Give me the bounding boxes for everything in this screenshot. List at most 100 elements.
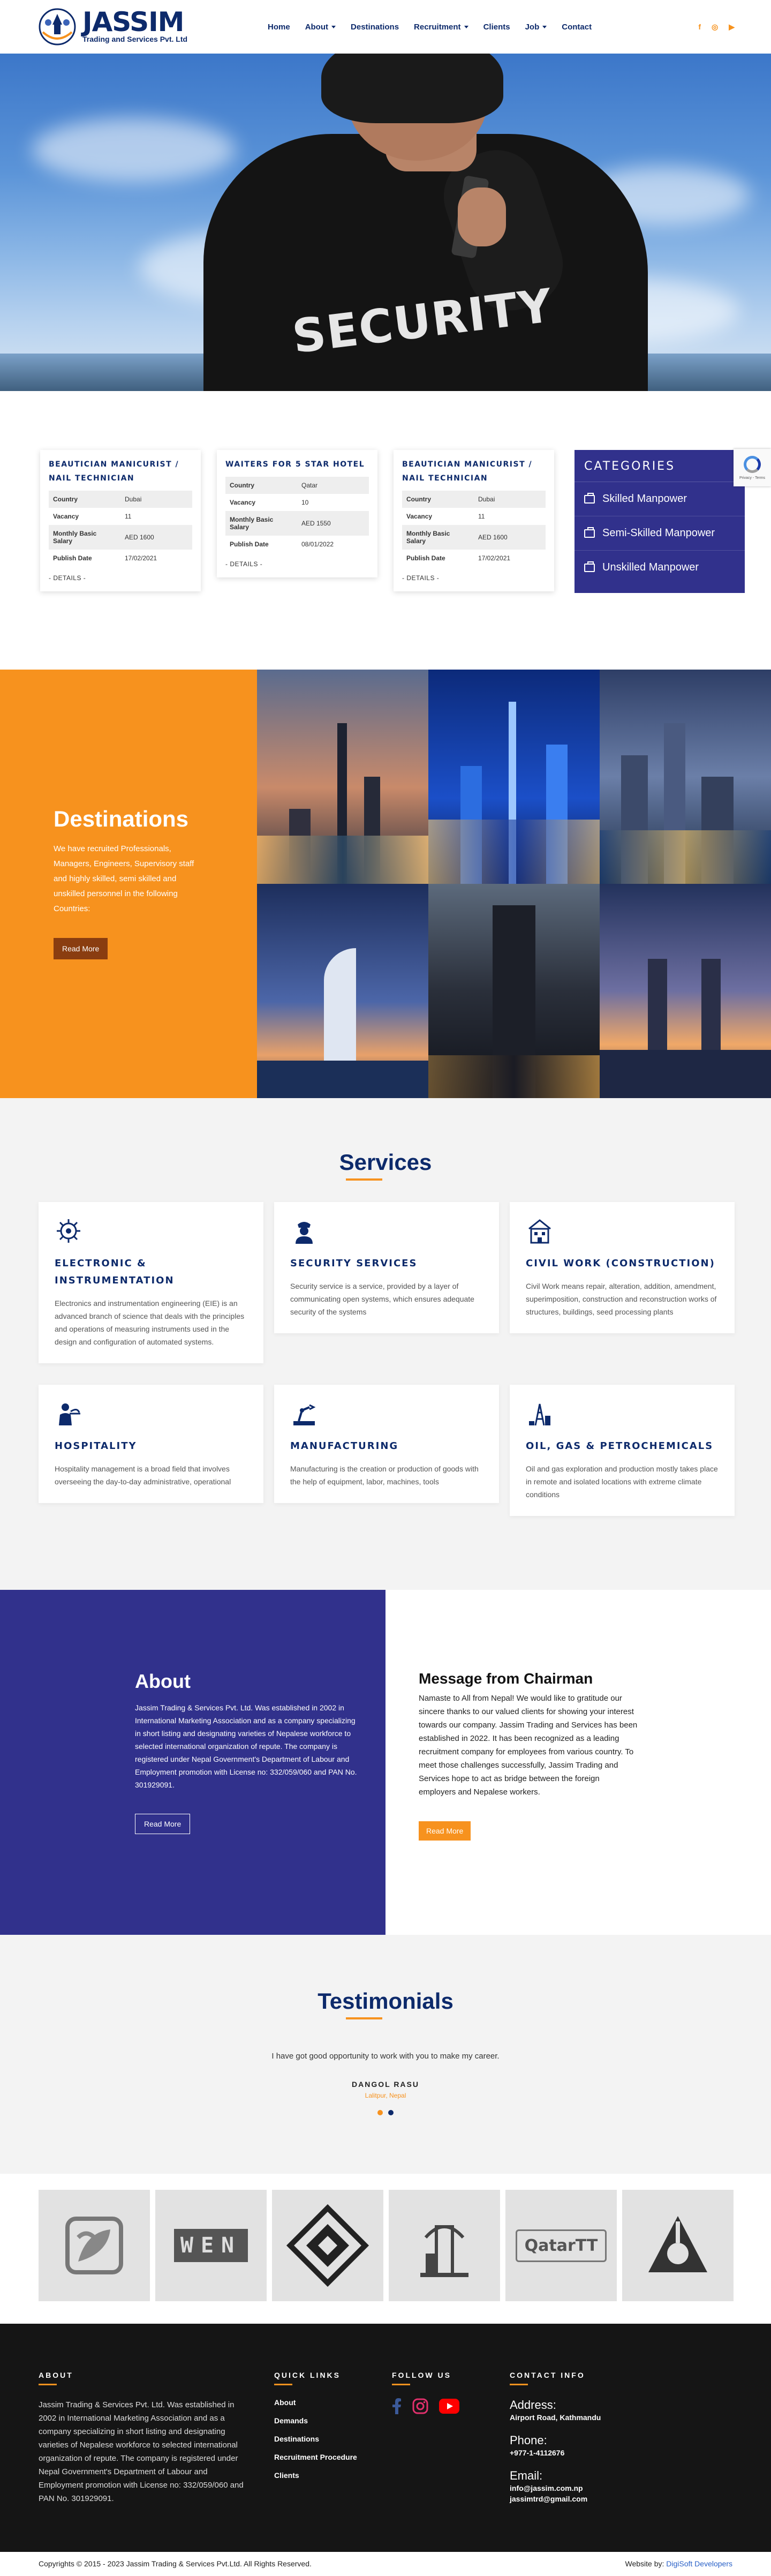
job-field-value: 17/02/2021 (478, 554, 511, 562)
partner-logo[interactable]: QatarTT (505, 2190, 617, 2301)
nav-job[interactable]: Job (525, 22, 547, 32)
job-card[interactable]: WAITERS FOR 5 STAR HOTEL Country Qatar Va… (217, 450, 377, 577)
youtube-icon[interactable] (439, 2399, 459, 2414)
footer-link-destinations[interactable]: Destinations (274, 2435, 392, 2443)
chevron-down-icon (331, 25, 336, 28)
job-details-link[interactable]: - DETAILS - (225, 560, 369, 568)
footer-contact: CONTACT INFO Address: Airport Road, Kath… (510, 2371, 601, 2505)
heading-underline (274, 2384, 292, 2385)
job-field-value: Dubai (474, 491, 546, 508)
email-value[interactable]: info@jassim.com.np (510, 2483, 601, 2494)
nav-recruitment[interactable]: Recruitment (414, 22, 468, 32)
service-card[interactable]: SECURITY SERVICES Security service is a … (274, 1202, 499, 1333)
footer-follow: FOLLOW US (392, 2371, 510, 2505)
footer-link-recruitment-procedure[interactable]: Recruitment Procedure (274, 2453, 392, 2461)
partner-logo[interactable] (272, 2190, 383, 2301)
footer-link-clients[interactable]: Clients (274, 2471, 392, 2480)
brand-tagline: Trading and Services Pvt. Ltd (82, 35, 188, 43)
service-card[interactable]: MANUFACTURING Manufacturing is the creat… (274, 1385, 499, 1503)
job-card[interactable]: BEAUTICIAN MANICURIST / NAIL TECHNICIAN … (40, 450, 201, 591)
service-text: Electronics and instrumentation engineer… (55, 1299, 245, 1346)
carousel-dots (0, 2110, 771, 2115)
service-card[interactable]: OIL, GAS & PETROCHEMICALS Oil and gas ex… (510, 1385, 735, 1516)
city-image-bahrain[interactable] (600, 884, 771, 1098)
job-title[interactable]: WAITERS FOR 5 STAR HOTEL (225, 457, 369, 471)
factory-robot-icon (293, 1404, 316, 1425)
service-card[interactable]: HOSPITALITY Hospitality management is a … (39, 1385, 263, 1503)
youtube-icon[interactable]: ▶ (729, 22, 735, 32)
testimonial-quote: I have got good opportunity to work with… (271, 2052, 500, 2061)
nav-about[interactable]: About (305, 22, 336, 32)
city-image-burj-al-arab[interactable] (257, 884, 428, 1098)
category-unskilled[interactable]: Unskilled Manpower (575, 551, 745, 584)
service-text: Hospitality management is a broad field … (55, 1465, 231, 1486)
testimonials-section: Testimonials I have got good opportunity… (0, 1935, 771, 2174)
job-details-link[interactable]: - DETAILS - (402, 574, 546, 582)
footer-follow-heading: FOLLOW US (392, 2371, 451, 2379)
facebook-icon[interactable]: f (698, 22, 701, 31)
city-image-skyline[interactable] (600, 670, 771, 884)
job-field-value: AED 1550 (297, 511, 369, 536)
recaptcha-badge[interactable]: Privacy - Terms (734, 449, 771, 486)
job-field-label: Vacancy (230, 499, 256, 506)
hero-banner: SECURITY (0, 54, 771, 391)
carousel-dot[interactable] (377, 2110, 383, 2115)
nav-contact[interactable]: Contact (562, 22, 592, 32)
job-table: Country Dubai Vacancy 11 Monthly Basic Sal… (49, 491, 192, 567)
nav-clients[interactable]: Clients (483, 22, 510, 32)
address-label: Address: (510, 2398, 556, 2412)
email-value[interactable]: jassimtrd@gmail.com (510, 2494, 601, 2504)
partner-logo[interactable] (622, 2190, 734, 2301)
heading-underline (510, 2384, 528, 2385)
partner-diamond-logo-icon (286, 2204, 369, 2287)
destinations-text: We have recruited Professionals, Manager… (54, 844, 194, 913)
job-field-label: Country (402, 491, 474, 508)
job-field-label: Country (49, 491, 120, 508)
instagram-icon[interactable]: ◎ (712, 22, 718, 32)
guard-cap (321, 54, 503, 123)
category-semi-skilled[interactable]: Semi-Skilled Manpower (575, 516, 745, 551)
developer-link[interactable]: DigiSoft Developers (666, 2559, 732, 2568)
city-image-dubai-night[interactable] (428, 670, 600, 884)
service-text: Oil and gas exploration and production m… (526, 1465, 718, 1499)
job-field-value: 17/02/2021 (125, 554, 157, 562)
partner-logo[interactable] (389, 2190, 500, 2301)
city-image-riyadh[interactable] (428, 884, 600, 1098)
brand-logo[interactable]: JASSIM Trading and Services Pvt. Ltd (36, 7, 268, 46)
nav-label: Destinations (351, 22, 399, 32)
briefcase-icon (584, 527, 595, 538)
chairman-read-more-button[interactable]: Read More (419, 1821, 471, 1841)
job-field-label: Country (225, 477, 297, 494)
chip-icon (57, 1219, 80, 1243)
facebook-icon[interactable] (392, 2398, 402, 2414)
city-image-kuwait[interactable] (257, 670, 428, 884)
service-card[interactable]: CIVIL WORK (CONSTRUCTION) Civil Work mea… (510, 1202, 735, 1333)
job-card[interactable]: BEAUTICIAN MANICURIST / NAIL TECHNICIAN … (394, 450, 554, 591)
category-label: Skilled Manpower (602, 493, 687, 505)
security-guard-icon (296, 1222, 313, 1244)
nav-destinations[interactable]: Destinations (351, 22, 399, 32)
job-title[interactable]: BEAUTICIAN MANICURIST / NAIL TECHNICIAN (402, 457, 546, 485)
service-title: CIVIL WORK (CONSTRUCTION) (526, 1258, 715, 1269)
partner-logo[interactable]: WEN (155, 2190, 267, 2301)
about-read-more-button[interactable]: Read More (135, 1814, 191, 1834)
job-field-value: 10 (301, 499, 309, 506)
email-label: Email: (510, 2469, 543, 2482)
carousel-dot-active[interactable] (388, 2110, 394, 2115)
footer-link-demands[interactable]: Demands (274, 2416, 392, 2425)
recaptcha-links[interactable]: Privacy - Terms (739, 476, 765, 480)
destinations-read-more-button[interactable]: Read More (54, 938, 108, 959)
job-details-link[interactable]: - DETAILS - (49, 574, 192, 582)
destinations-section: Destinations We have recruited Professio… (0, 670, 771, 1098)
service-card[interactable]: ELECTRONIC & INSTRUMENTATION Electronics… (39, 1202, 263, 1363)
instagram-icon[interactable] (412, 2398, 428, 2414)
footer-link-about[interactable]: About (274, 2398, 392, 2407)
category-skilled[interactable]: Skilled Manpower (575, 482, 745, 516)
job-title[interactable]: BEAUTICIAN MANICURIST / NAIL TECHNICIAN (49, 457, 192, 485)
partner-logo[interactable] (39, 2190, 150, 2301)
service-title: HOSPITALITY (55, 1440, 137, 1452)
phone-value[interactable]: +977-1-4112676 (510, 2447, 601, 2458)
nav-home[interactable]: Home (268, 22, 290, 32)
chairman-panel: Message from Chairman Namaste to All fro… (386, 1590, 771, 1935)
job-field-value: 11 (125, 513, 132, 520)
